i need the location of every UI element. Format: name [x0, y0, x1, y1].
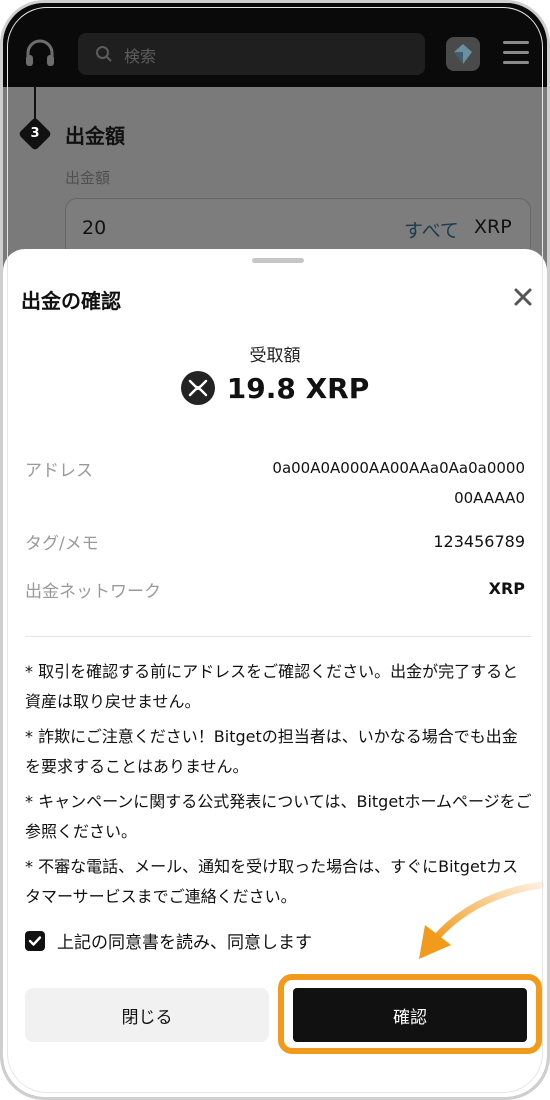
search-input[interactable]: 検索	[78, 33, 425, 75]
address-value-line1: 0a00A0A000AA00AAa0Aa0a0000	[272, 459, 525, 477]
headset-icon[interactable]	[23, 37, 57, 71]
amount-unit: XRP	[474, 216, 512, 238]
close-icon[interactable]	[512, 286, 534, 308]
avatar[interactable]	[446, 37, 480, 71]
phone-frame: 検索 3 出金額 出金額 20 すべて XRP 出金の確認 受取額 19.8 X…	[0, 0, 550, 1100]
amount-label: 出金額	[65, 169, 111, 187]
network-label: 出金ネットワーク	[25, 582, 161, 602]
step-title: 出金額	[65, 124, 125, 148]
search-placeholder: 検索	[124, 47, 157, 66]
xrp-logo-icon	[180, 371, 215, 405]
check-icon	[28, 935, 42, 946]
confirm-button[interactable]: 確認	[293, 988, 527, 1042]
notice-item: * 取引を確認する前にアドレスをご確認ください。出金が完了すると資産は取り戻せま…	[25, 662, 519, 711]
step-connector	[34, 87, 36, 119]
close-button[interactable]: 閉じる	[25, 988, 269, 1042]
notice-item: * 詐欺にご注意ください！Bitgetの担当者は、いかなる場合でも出金を要求する…	[25, 727, 518, 776]
receive-label: 受取額	[249, 346, 301, 366]
sheet-handle[interactable]	[252, 258, 304, 263]
amount-value: 20	[82, 217, 107, 239]
tag-label: タグ/メモ	[25, 534, 99, 554]
confirm-withdrawal-sheet: 出金の確認 受取額 19.8 XRP アドレス 0a00A0A000AA00AA…	[3, 249, 547, 1097]
sheet-title: 出金の確認	[21, 289, 121, 313]
divider	[25, 636, 531, 637]
agree-label: 上記の同意書を読み、同意します	[57, 933, 312, 953]
network-value: XRP	[488, 579, 525, 598]
receive-amount-row: 19.8 XRP	[3, 371, 547, 405]
notice-list: * 取引を確認する前にアドレスをご確認ください。出金が完了すると資産は取り戻せま…	[25, 657, 533, 917]
address-label: アドレス	[25, 461, 93, 481]
step-number: 3	[30, 126, 40, 141]
top-bar: 検索	[3, 3, 547, 87]
all-button[interactable]: すべて	[404, 216, 459, 243]
address-value-line2: 00AAAA0	[454, 489, 525, 507]
agree-checkbox-row[interactable]: 上記の同意書を読み、同意します	[25, 928, 312, 953]
tag-value: 123456789	[433, 532, 525, 551]
notice-item: * 不審な電話、メール、通知を受け取った場合は、すぐにBitgetカスタマーサー…	[25, 857, 519, 906]
agree-checkbox[interactable]	[25, 930, 45, 951]
receive-amount: 19.8 XRP	[226, 371, 370, 405]
avatar-icon	[454, 44, 472, 64]
menu-icon[interactable]	[503, 41, 529, 67]
notice-item: * キャンペーンに関する公式発表については、Bitgetホームページをご参照くだ…	[25, 792, 532, 841]
search-icon	[96, 46, 112, 62]
